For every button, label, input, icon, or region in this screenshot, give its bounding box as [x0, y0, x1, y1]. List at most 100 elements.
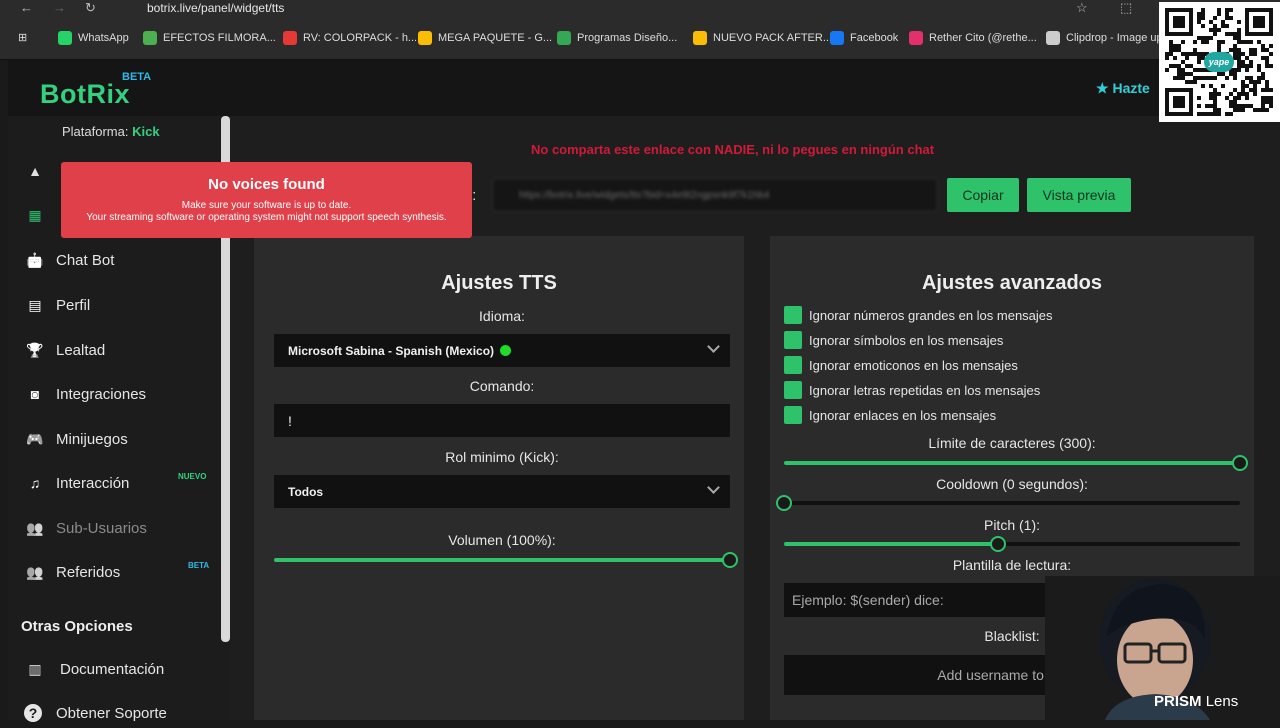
bookmark-item[interactable]: Clipdrop - Image up: [1046, 31, 1163, 45]
address-bar[interactable]: botrix.live/panel/widget/tts: [114, 0, 1114, 18]
checkbox[interactable]: [784, 356, 802, 374]
command-input[interactable]: !: [274, 404, 730, 437]
cooldown-slider-thumb[interactable]: [776, 495, 792, 511]
platform-indicator: Plataforma: Kick: [62, 124, 160, 139]
browser-toolbar: ← → ↻ botrix.live/panel/widget/tts ☆ ⬚: [0, 0, 1280, 20]
pitch-label: Pitch (1):: [983, 517, 1040, 533]
bookmark-item[interactable]: Rether Cito (@rethe...: [909, 31, 1037, 45]
volume-slider-thumb[interactable]: [722, 552, 738, 568]
char-limit-slider-fill: [784, 461, 1240, 465]
sidebar-item-label: Lealtad: [56, 341, 106, 359]
char-limit-slider-thumb[interactable]: [1232, 455, 1248, 471]
bookmark-favicon-icon: [1046, 31, 1060, 45]
bookmark-item[interactable]: Programas Diseño...: [557, 31, 677, 45]
bookmark-item[interactable]: WhatsApp: [58, 31, 129, 45]
platform-label: Plataforma:: [62, 124, 129, 139]
checkbox-label: Ignorar símbolos en los mensajes: [809, 332, 1004, 348]
sidebar-item-label: Referidos: [56, 563, 121, 581]
cooldown-slider[interactable]: [776, 495, 1240, 511]
checkbox[interactable]: [784, 406, 802, 424]
bookmark-item[interactable]: EFECTOS FILMORA...: [143, 31, 276, 45]
bookmark-label: Facebook: [850, 32, 899, 44]
char-limit-slider[interactable]: [784, 455, 1248, 471]
botrix-logo[interactable]: BotRix: [40, 79, 130, 110]
sidebar-item-chat-bot[interactable]: 🤖 Chat Bot: [24, 245, 214, 275]
voice-select[interactable]: Microsoft Sabina - Spanish (Mexico): [274, 334, 730, 367]
bookmarks-bar: ⊞ WhatsApp EFECTOS FILMORA... RV: COLORPAC…: [0, 20, 1280, 60]
app-header: [8, 60, 1280, 116]
star-icon: ★: [1096, 80, 1109, 96]
widget-url-field[interactable]: https://botrix.live/widgets/tts?bid=x4e9…: [492, 178, 938, 212]
extensions-icon[interactable]: ⬚: [1120, 0, 1132, 16]
copy-button[interactable]: Copiar: [947, 178, 1019, 212]
chevron-down-icon: [707, 340, 720, 353]
qr-brand-label: yape: [1204, 52, 1234, 72]
role-select[interactable]: Todos: [274, 475, 730, 508]
bookmark-favicon-icon: [830, 31, 844, 45]
prism-brand: PRISM: [1154, 693, 1202, 710]
ignore-option-row[interactable]: Ignorar símbolos en los mensajes: [784, 330, 1003, 350]
volume-slider[interactable]: [274, 552, 738, 568]
bookmark-favicon-icon: [418, 31, 432, 45]
sidebar-item-referidos[interactable]: 👥 Referidos: [24, 557, 214, 587]
sidebar-item-documentaci-n[interactable]: ▥ Documentación: [24, 654, 214, 684]
bookmark-label: MEGA PAQUETE - G...: [438, 32, 553, 44]
ignore-option-row[interactable]: Ignorar letras repetidas en los mensajes: [784, 380, 1040, 400]
bookmark-favicon-icon: [909, 31, 923, 45]
checkbox[interactable]: [784, 381, 802, 399]
warning-icon: ▲: [28, 163, 42, 179]
char-limit-label: Límite de caracteres (300):: [928, 435, 1096, 451]
apps-grid-icon[interactable]: ⊞: [18, 31, 27, 44]
discord-icon: ◙: [30, 386, 40, 402]
help-icon: ?: [24, 704, 42, 722]
sidebar-item-sub-usuarios[interactable]: 👥 Sub-Usuarios: [24, 513, 214, 543]
sidebar-item-obtener-soporte[interactable]: ? Obtener Soporte: [24, 698, 214, 728]
sidebar-item-lealtad[interactable]: 🏆 Lealtad: [24, 335, 214, 365]
reload-icon[interactable]: ↻: [85, 0, 96, 16]
users-icon: 👥: [26, 519, 44, 536]
bookmark-favicon-icon: [693, 31, 707, 45]
bookmark-item[interactable]: MEGA PAQUETE - G...: [418, 31, 552, 45]
sidebar-item-perfil[interactable]: ▤ Perfil: [24, 290, 214, 320]
ignore-option-row[interactable]: Ignorar números grandes en los mensajes: [784, 305, 1053, 325]
error-toast[interactable]: No voices found Make sure your software …: [61, 162, 472, 238]
sidebar-item-label: Sub-Usuarios: [56, 519, 147, 537]
sidebar-badge: BETA: [188, 561, 210, 570]
star-icon[interactable]: ☆: [1076, 0, 1088, 16]
preview-button[interactable]: Vista previa: [1027, 178, 1131, 212]
comando-label: Comando:: [469, 378, 535, 394]
voice-status-dot: [500, 345, 512, 356]
back-icon[interactable]: ←: [20, 0, 33, 15]
bookmark-label: NUEVO PACK AFTER...: [713, 32, 832, 44]
checkbox[interactable]: [784, 306, 802, 324]
prism-lens: Lens: [1205, 693, 1239, 710]
bookmark-item[interactable]: RV: COLORPACK - h...: [283, 31, 417, 45]
template-label: Plantilla de lectura:: [952, 557, 1072, 573]
forward-icon[interactable]: →: [53, 0, 66, 15]
role-value: Todos: [288, 484, 324, 499]
ignore-option-row[interactable]: Ignorar enlaces en los mensajes: [784, 405, 996, 425]
url-text: botrix.live/panel/widget/tts: [147, 1, 285, 15]
sidebar-item-integraciones[interactable]: ◙ Integraciones: [24, 379, 214, 409]
bookmark-item[interactable]: NUEVO PACK AFTER...: [693, 31, 832, 45]
pitch-slider[interactable]: [784, 536, 1240, 552]
cooldown-label: Cooldown (0 segundos):: [936, 476, 1088, 492]
checkbox-label: Ignorar enlaces en los mensajes: [809, 407, 997, 423]
checkbox[interactable]: [784, 331, 802, 349]
hazte-premium-button[interactable]: ★ Hazte: [1096, 80, 1150, 97]
ignore-option-row[interactable]: Ignorar emoticonos en los mensajes: [784, 355, 1018, 375]
music-icon: ♫: [29, 475, 41, 491]
sidebar-item-label: Chat Bot: [56, 251, 115, 269]
trophy-icon: 🏆: [26, 341, 44, 358]
gamepad-icon: 🎮: [26, 430, 44, 447]
bookmark-item[interactable]: Facebook: [830, 31, 898, 45]
bookmark-favicon-icon: [143, 31, 157, 45]
prism-lens-watermark: PRISM Lens: [1154, 693, 1238, 710]
docs-icon: ▥: [28, 660, 42, 677]
bookmark-label: Rether Cito (@rethe...: [929, 32, 1037, 44]
sidebar-item-minijuegos[interactable]: 🎮 Minijuegos: [24, 424, 214, 454]
tts-title: Ajustes TTS: [441, 272, 557, 294]
bookmark-favicon-icon: [58, 31, 72, 45]
sidebar-item-label: Perfil: [56, 296, 91, 314]
sidebar-section-title: Otras Opciones: [21, 618, 133, 635]
